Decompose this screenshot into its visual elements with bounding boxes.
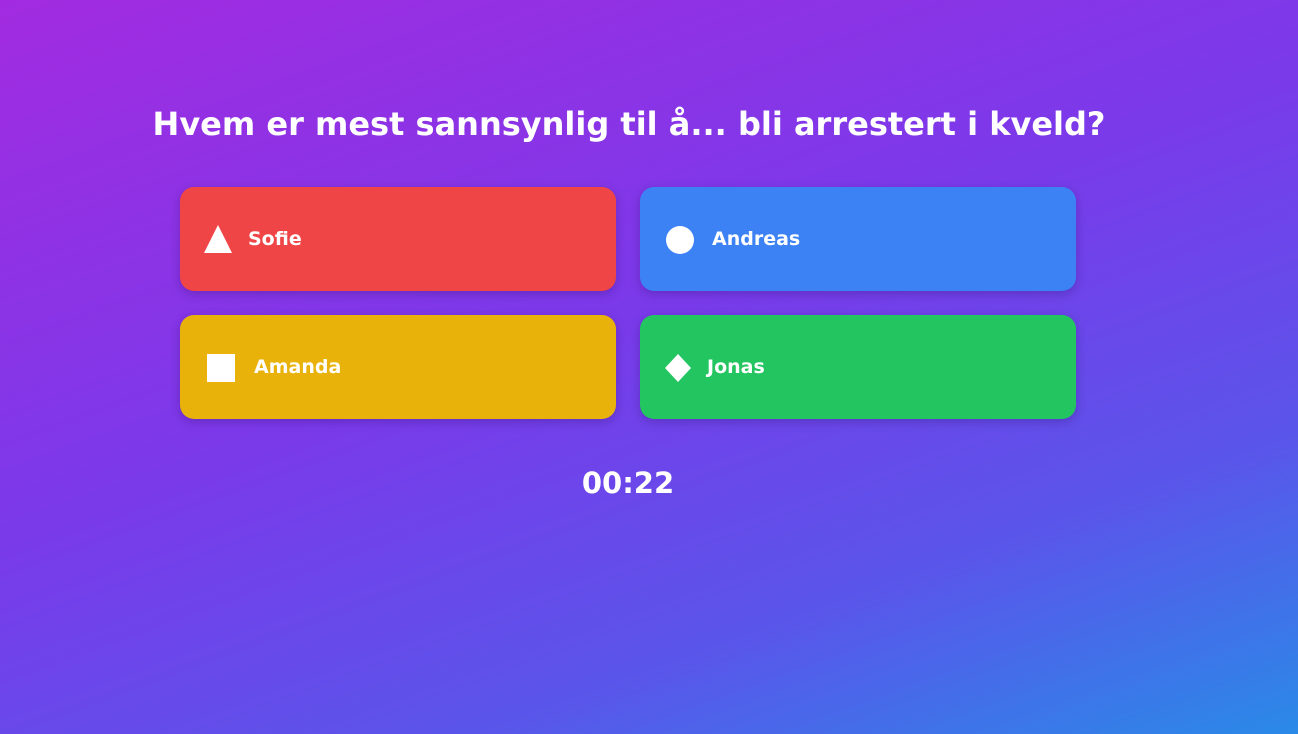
answer-option-andreas[interactable]: Andreas bbox=[640, 187, 1076, 291]
question-title: Hvem er mest sannsynlig til å... bli arr… bbox=[152, 105, 1106, 143]
answer-option-sofie[interactable]: Sofie bbox=[180, 187, 616, 291]
diamond-icon bbox=[663, 352, 693, 382]
answer-label: Jonas bbox=[707, 356, 765, 378]
circle-icon bbox=[665, 224, 695, 254]
answer-grid: Sofie Andreas Amanda Jonas bbox=[180, 187, 1076, 419]
countdown-timer: 00:22 bbox=[581, 466, 675, 500]
answer-option-amanda[interactable]: Amanda bbox=[180, 315, 616, 419]
answer-label: Andreas bbox=[712, 228, 801, 250]
answer-label: Amanda bbox=[254, 356, 342, 378]
triangle-icon bbox=[203, 224, 233, 254]
answer-option-jonas[interactable]: Jonas bbox=[640, 315, 1076, 419]
answer-label: Sofie bbox=[248, 228, 302, 250]
square-icon bbox=[206, 352, 236, 382]
